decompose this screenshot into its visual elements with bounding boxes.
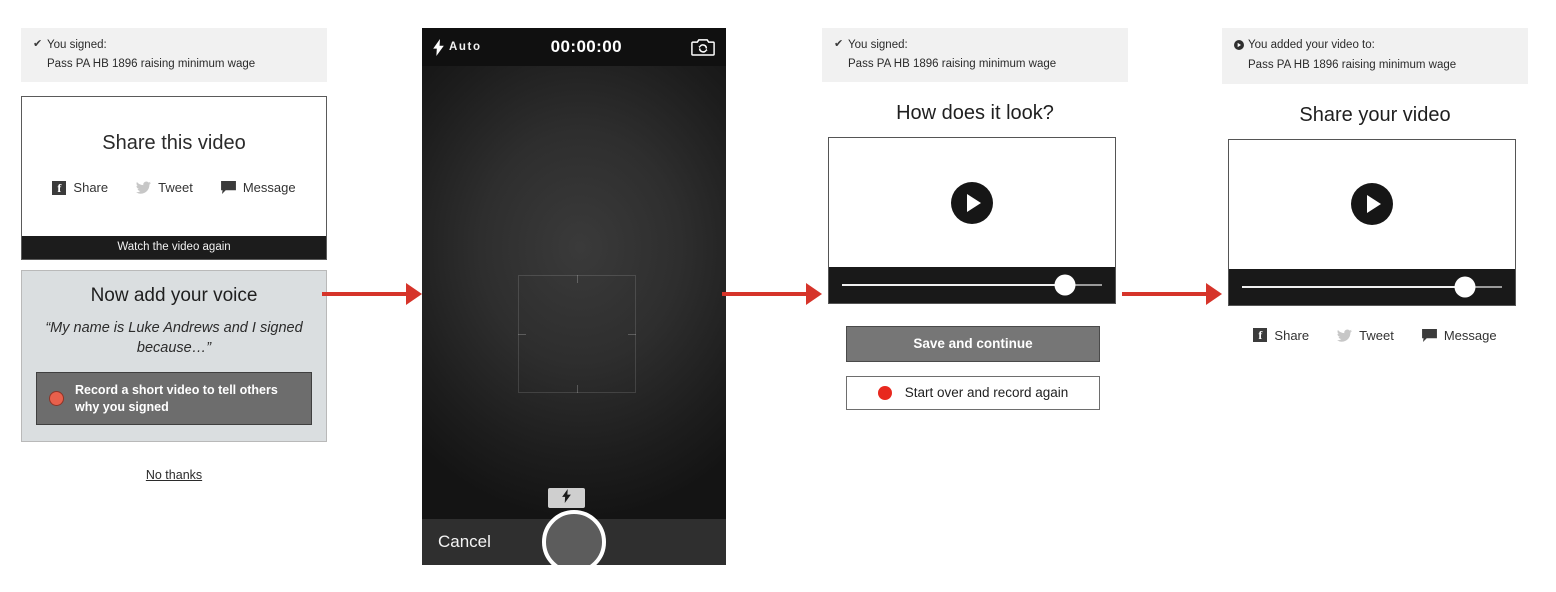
video-icon <box>1234 37 1248 55</box>
facebook-share-button[interactable]: f Share <box>1253 328 1309 343</box>
panel-review: ✔ You signed: Pass PA HB 1896 raising mi… <box>822 28 1128 411</box>
facebook-share-label: Share <box>73 180 109 196</box>
camera-viewfinder[interactable] <box>422 66 726 519</box>
flow-diagram: ✔ You signed: Pass PA HB 1896 raising mi… <box>0 0 1556 592</box>
banner-line-2: Pass PA HB 1896 raising minimum wage <box>47 57 256 70</box>
recording-timer: 00:00:00 <box>550 37 622 56</box>
play-button-icon[interactable] <box>1351 183 1393 226</box>
play-button-icon[interactable] <box>951 181 993 224</box>
video-added-banner: You added your video to: Pass PA HB 1896… <box>1222 28 1528 84</box>
play-triangle-icon <box>1367 195 1381 214</box>
video-preview <box>828 137 1116 305</box>
facebook-share-button[interactable]: f Share <box>52 180 108 195</box>
message-icon <box>220 181 236 195</box>
camera-bottom-bar: Cancel <box>422 510 726 565</box>
play-triangle-icon <box>967 193 981 212</box>
camera-flip-icon[interactable] <box>691 37 715 57</box>
voice-card-title: Now add your voice <box>90 285 258 307</box>
twitter-tweet-button[interactable]: Tweet <box>1337 328 1394 343</box>
panel-share-video: You added your video to: Pass PA HB 1896… <box>1222 28 1528 343</box>
share-this-video-card: Share this video f Share Tweet Message W… <box>21 96 327 261</box>
facebook-icon: f <box>1253 328 1268 343</box>
no-thanks-link[interactable]: No thanks <box>21 468 327 482</box>
message-share-button[interactable]: Message <box>1421 327 1497 343</box>
scrubber-handle-icon[interactable] <box>1054 274 1076 296</box>
flash-toggle-button[interactable] <box>548 488 585 508</box>
page-title: How does it look? <box>896 102 1054 125</box>
start-over-label: Start over and record again <box>904 385 1069 401</box>
record-dot-icon <box>877 385 892 400</box>
signed-banner: ✔ You signed: Pass PA HB 1896 raising mi… <box>21 28 327 83</box>
message-share-button[interactable]: Message <box>220 180 296 196</box>
twitter-tweet-button[interactable]: Tweet <box>136 180 193 195</box>
video-scrubber[interactable] <box>1229 268 1515 305</box>
twitter-icon <box>1337 329 1353 342</box>
panel-camera: Auto 00:00:00 Cancel <box>422 28 726 565</box>
save-and-continue-button[interactable]: Save and continue <box>846 326 1100 363</box>
focus-square-icon <box>518 275 636 393</box>
twitter-tweet-label: Tweet <box>1359 327 1394 343</box>
twitter-tweet-label: Tweet <box>158 180 193 196</box>
check-icon: ✔ <box>834 38 844 50</box>
lightning-bolt-icon <box>433 38 444 56</box>
record-video-button[interactable]: Record a short video to tell others why … <box>36 372 312 426</box>
share-actions-row: f Share Tweet Message <box>52 180 296 196</box>
share-card-title: Share this video <box>102 132 246 155</box>
flash-mode-button[interactable]: Auto <box>433 38 482 56</box>
scrubber-handle-icon[interactable] <box>1454 276 1476 298</box>
video-scrubber[interactable] <box>829 267 1115 304</box>
banner-line-1: You signed: <box>848 39 908 51</box>
arrow-step-3-to-4 <box>1122 283 1222 305</box>
message-share-label: Message <box>242 180 296 196</box>
add-your-voice-card: Now add your voice “My name is Luke Andr… <box>21 270 327 443</box>
banner-line-2: Pass PA HB 1896 raising minimum wage <box>1248 59 1457 71</box>
video-surface[interactable] <box>1229 140 1515 269</box>
video-preview <box>1228 138 1516 306</box>
banner-line-1: You signed: <box>47 39 107 51</box>
record-dot-icon <box>49 391 64 407</box>
twitter-icon <box>136 181 152 195</box>
record-video-label: Record a short video to tell others why … <box>75 383 278 414</box>
arrow-step-1-to-2 <box>322 283 422 305</box>
shutter-button-icon[interactable] <box>542 510 606 565</box>
signed-banner: ✔ You signed: Pass PA HB 1896 raising mi… <box>822 28 1128 83</box>
scrubber-progress <box>842 284 1064 287</box>
check-icon: ✔ <box>33 38 43 50</box>
share-actions-row: f Share Tweet Message <box>1222 328 1528 343</box>
scrubber-progress <box>1242 285 1464 288</box>
panel-share-prompt: ✔ You signed: Pass PA HB 1896 raising mi… <box>21 28 327 482</box>
arrow-step-2-to-3 <box>722 283 822 305</box>
flash-mode-label: Auto <box>449 41 482 53</box>
cancel-button[interactable]: Cancel <box>438 532 491 552</box>
video-surface[interactable] <box>829 138 1115 267</box>
banner-line-1: You added your video to: <box>1248 39 1375 51</box>
page-title: Share your video <box>1299 103 1451 126</box>
banner-line-2: Pass PA HB 1896 raising minimum wage <box>848 57 1057 70</box>
facebook-icon: f <box>52 180 67 195</box>
message-share-label: Message <box>1443 327 1497 343</box>
voice-card-quote: “My name is Luke Andrews and I signed be… <box>45 320 303 356</box>
message-icon <box>1421 328 1437 342</box>
start-over-button[interactable]: Start over and record again <box>846 376 1100 411</box>
lightning-bolt-icon <box>562 488 571 508</box>
camera-top-bar: Auto 00:00:00 <box>422 28 726 66</box>
facebook-share-label: Share <box>1274 327 1310 343</box>
watch-video-again-button[interactable]: Watch the video again <box>22 236 326 260</box>
